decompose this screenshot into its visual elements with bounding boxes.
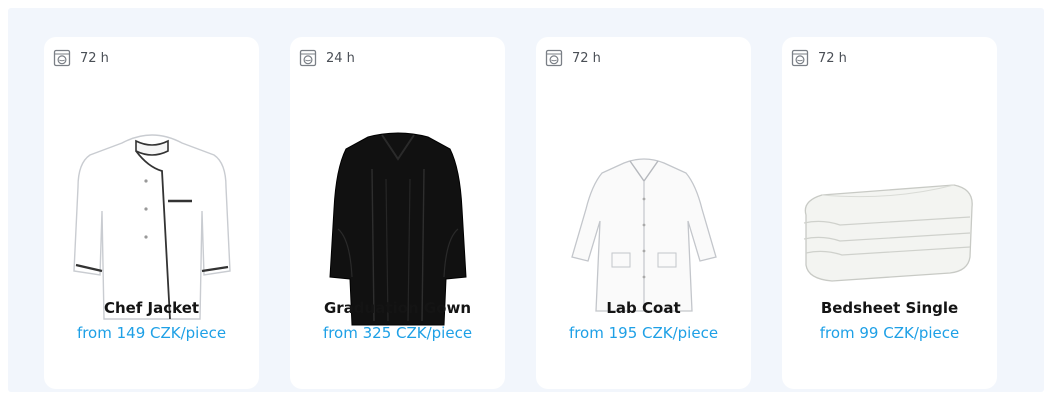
product-card-lab-coat[interactable]: 72 h Lab Coat from 195 CZK/piece (536, 37, 751, 389)
product-card-graduation-gown[interactable]: 24 h Graduation Gown from 325 CZK/piece (290, 37, 505, 389)
washing-machine-icon (53, 49, 71, 67)
turnaround-time: 24 h (299, 48, 355, 68)
graduation-gown-image (329, 132, 467, 326)
product-card-bedsheet-single[interactable]: 72 h Bedsheet Single from 99 CZK/piece (782, 37, 997, 389)
product-price[interactable]: from 149 CZK/piece (44, 324, 259, 342)
turnaround-time: 72 h (53, 48, 109, 68)
washing-machine-icon (545, 49, 563, 67)
product-price[interactable]: from 99 CZK/piece (782, 324, 997, 342)
turnaround-label: 24 h (326, 50, 355, 66)
product-name[interactable]: Bedsheet Single (782, 299, 997, 317)
washing-machine-icon (791, 49, 809, 67)
turnaround-label: 72 h (818, 50, 847, 66)
bedsheet-image (803, 184, 973, 282)
lab-coat-image (571, 158, 717, 312)
product-card-chef-jacket[interactable]: 72 h Chef Jacket from 149 CZK/piece (44, 37, 259, 389)
washing-machine-icon (299, 49, 317, 67)
turnaround-label: 72 h (80, 50, 109, 66)
product-price[interactable]: from 325 CZK/piece (290, 324, 505, 342)
chef-jacket-image (73, 134, 231, 320)
product-price[interactable]: from 195 CZK/piece (536, 324, 751, 342)
turnaround-time: 72 h (791, 48, 847, 68)
turnaround-time: 72 h (545, 48, 601, 68)
turnaround-label: 72 h (572, 50, 601, 66)
product-name[interactable]: Lab Coat (536, 299, 751, 317)
product-name[interactable]: Graduation Gown (290, 299, 505, 317)
product-name[interactable]: Chef Jacket (44, 299, 259, 317)
